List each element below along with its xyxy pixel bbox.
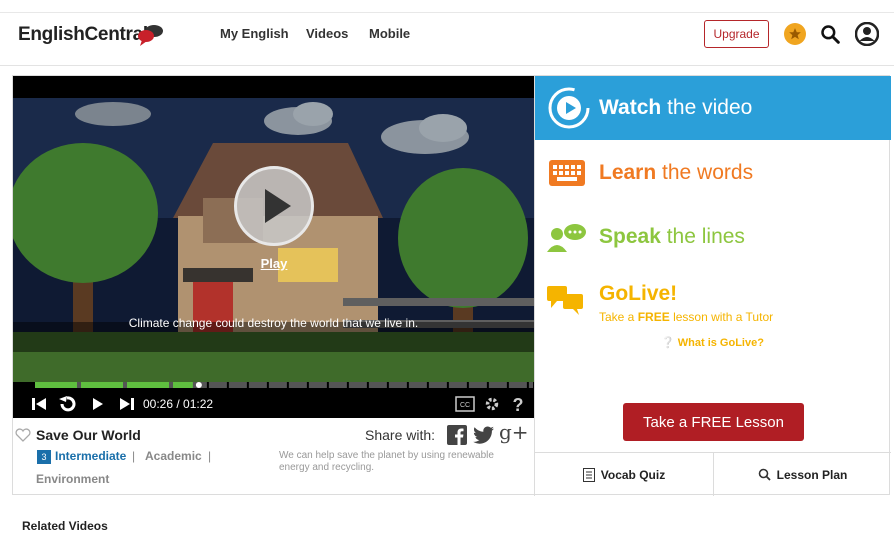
timecode: 00:26 / 01:22	[143, 397, 214, 411]
search-icon[interactable]	[820, 24, 840, 44]
lesson-tabs: Vocab Quiz Lesson Plan	[535, 452, 891, 496]
watch-play-icon	[548, 87, 590, 129]
progress-played-segment	[173, 382, 193, 388]
tag-separator: |	[208, 449, 212, 463]
skip-back-icon[interactable]	[31, 396, 49, 412]
question-circle-icon: ❔	[661, 337, 675, 349]
progress-divider	[426, 382, 429, 388]
nav-mobile[interactable]: Mobile	[369, 26, 410, 41]
progress-played-segment	[127, 382, 169, 388]
video-player[interactable]: Climate change could destroy the world t…	[13, 76, 534, 418]
progress-divider	[466, 382, 469, 388]
progress-divider	[486, 382, 489, 388]
heart-icon[interactable]	[15, 428, 31, 442]
user-icon[interactable]	[855, 22, 879, 46]
step-speak[interactable]: Speak the lines	[599, 225, 745, 249]
lesson-card: Climate change could destroy the world t…	[12, 75, 891, 496]
keyboard-icon	[549, 160, 585, 186]
golive-chat-icon	[547, 286, 583, 315]
play-icon	[265, 189, 291, 223]
progress-divider	[366, 382, 369, 388]
twitter-icon[interactable]	[473, 425, 495, 445]
nav-videos[interactable]: Videos	[306, 26, 348, 41]
site-logo[interactable]: EnglishCentral	[18, 24, 148, 46]
step-learn[interactable]: Learn the words	[599, 161, 753, 185]
header-divider	[0, 12, 894, 13]
replay-icon[interactable]	[57, 396, 77, 412]
step-watch[interactable]: Watch the video	[535, 76, 891, 140]
settings-gear-icon[interactable]	[483, 396, 501, 412]
google-plus-icon[interactable]: g+	[499, 420, 529, 444]
progress-divider	[406, 382, 409, 388]
video-description: We can help save the planet by using ren…	[279, 450, 494, 473]
site-header: EnglishCentral My English Videos Mobile …	[0, 0, 894, 66]
progress-divider	[526, 382, 529, 388]
video-subtitle: Climate change could destroy the world t…	[128, 316, 419, 330]
closed-captions-icon[interactable]: CC	[455, 396, 475, 412]
progress-divider	[446, 382, 449, 388]
progress-divider	[326, 382, 329, 388]
what-is-golive-link[interactable]: ❔ What is GoLive?	[661, 336, 764, 349]
progress-divider	[246, 382, 249, 388]
speak-icon	[547, 224, 586, 252]
upgrade-button[interactable]: Upgrade	[704, 20, 769, 48]
help-icon[interactable]: ?	[511, 396, 525, 412]
facebook-icon[interactable]	[447, 425, 467, 445]
play-link[interactable]: Play	[234, 256, 314, 271]
vocab-quiz-tab[interactable]: Vocab Quiz	[535, 453, 713, 496]
progress-divider	[226, 382, 229, 388]
step-golive-title[interactable]: GoLive!	[599, 282, 677, 306]
share-label: Share with:	[365, 427, 436, 443]
progress-divider	[506, 382, 509, 388]
play-button[interactable]	[234, 166, 314, 246]
logo-bubble-icon	[138, 25, 163, 46]
take-free-lesson-button[interactable]: Take a FREE Lesson	[623, 403, 804, 441]
progress-divider	[386, 382, 389, 388]
progress-divider	[346, 382, 349, 388]
lesson-steps-panel: Watch the video Learn the words Speak th…	[534, 76, 891, 496]
svg-text:CC: CC	[460, 402, 470, 409]
tag-academic[interactable]: Academic	[145, 449, 202, 463]
progress-played-segment	[81, 382, 123, 388]
progress-divider	[266, 382, 269, 388]
progress-played-segment	[35, 382, 77, 388]
star-icon[interactable]	[784, 23, 806, 45]
progress-scrubber[interactable]	[195, 382, 202, 388]
tag-separator: |	[132, 449, 136, 463]
nav-my-english[interactable]: My English	[220, 26, 289, 41]
step-watch-title: Watch the video	[599, 96, 753, 119]
progress-divider	[206, 382, 209, 388]
video-info: Save Our World Share with: g+ 3 Intermed…	[13, 418, 534, 496]
golive-subtitle: Take a FREE lesson with a Tutor	[599, 310, 774, 324]
tag-environment[interactable]: Environment	[36, 472, 109, 486]
player-controls: 00:26 / 01:22 CC ?	[13, 390, 534, 418]
skip-forward-icon[interactable]	[117, 396, 135, 412]
related-videos-heading: Related Videos	[22, 519, 108, 533]
progress-divider	[306, 382, 309, 388]
lesson-plan-tab[interactable]: Lesson Plan	[713, 453, 891, 496]
progress-bar[interactable]	[35, 382, 533, 388]
play-small-icon[interactable]	[91, 396, 105, 412]
svg-text:?: ?	[513, 396, 524, 412]
progress-divider	[286, 382, 289, 388]
document-icon	[582, 467, 595, 482]
search-small-icon	[758, 468, 771, 481]
video-title: Save Our World	[36, 427, 141, 443]
level-label[interactable]: Intermediate	[55, 449, 126, 463]
level-badge: 3	[37, 450, 51, 464]
